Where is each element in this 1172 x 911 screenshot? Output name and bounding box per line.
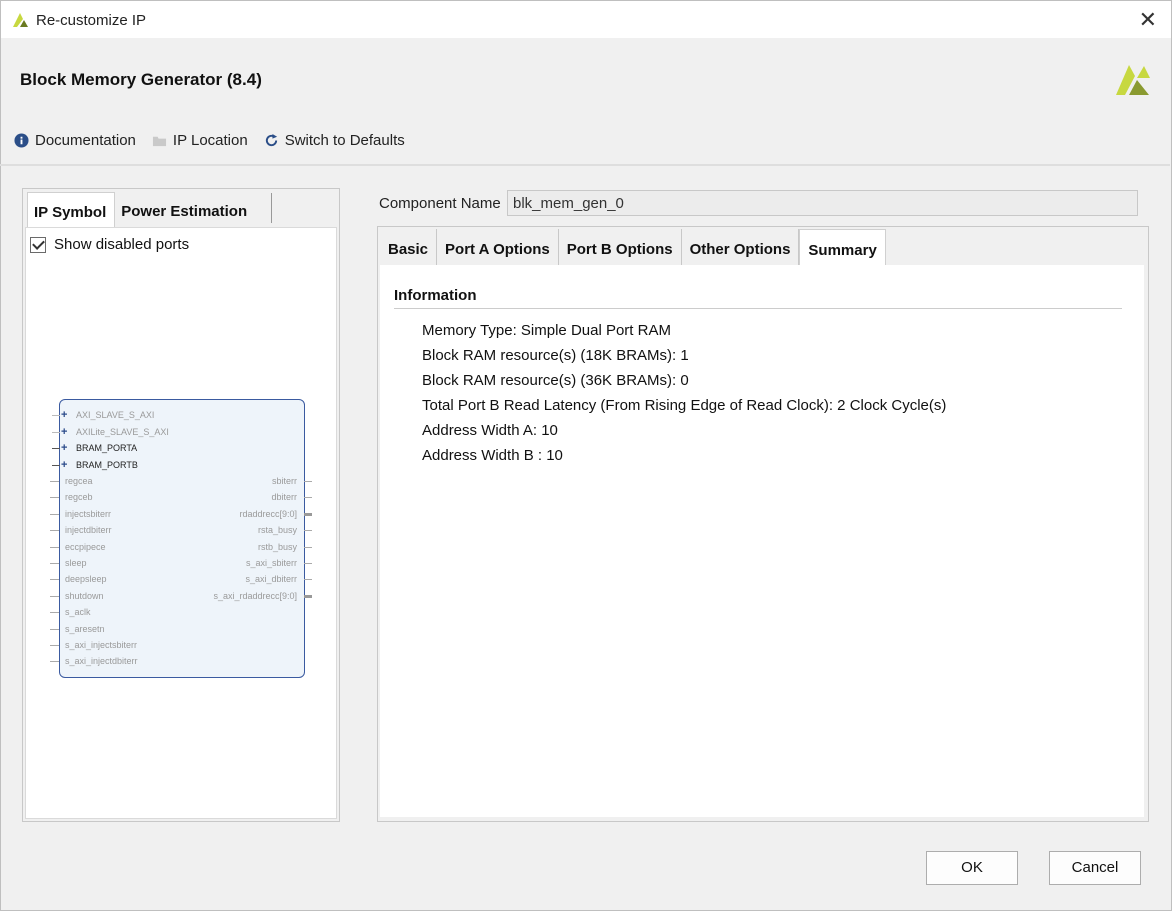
info-line: Address Width A: 10 bbox=[422, 422, 558, 439]
bus-port-label: AXI_SLAVE_S_AXI bbox=[76, 410, 155, 420]
port-line bbox=[50, 661, 59, 663]
input-port-label: shutdown bbox=[65, 590, 104, 601]
port-line bbox=[50, 497, 59, 499]
bus-port-line bbox=[52, 431, 60, 433]
info-line: Block RAM resource(s) (36K BRAMs): 0 bbox=[422, 372, 689, 389]
input-port-label: regcea bbox=[65, 476, 93, 486]
close-icon[interactable]: ✕ bbox=[1139, 7, 1157, 33]
output-port-label: rdaddrecc[9:0] bbox=[239, 508, 297, 519]
expand-icon: + bbox=[61, 425, 68, 438]
port-line bbox=[50, 481, 59, 482]
port-line bbox=[304, 594, 312, 598]
cancel-button[interactable]: Cancel bbox=[1049, 851, 1141, 885]
input-port-label: injectsbiterr bbox=[65, 508, 112, 519]
port-line bbox=[304, 530, 312, 532]
toolbar: Documentation IP Location Switch to Defa… bbox=[14, 132, 405, 149]
input-port-label: s_axi_injectsbiterr bbox=[65, 640, 138, 650]
information-divider bbox=[394, 308, 1122, 309]
port-line bbox=[50, 546, 59, 548]
tab-summary[interactable]: Summary bbox=[799, 229, 886, 266]
input-port-label: eccpipece bbox=[65, 541, 106, 552]
input-port-label: sleep bbox=[65, 558, 87, 568]
port-line bbox=[50, 645, 59, 646]
input-port-label: injectdbiterr bbox=[65, 525, 112, 536]
info-line: Total Port B Read Latency (From Rising E… bbox=[422, 397, 947, 414]
information-heading: Information bbox=[394, 287, 477, 304]
expand-icon: + bbox=[61, 442, 68, 454]
port-line bbox=[50, 513, 59, 515]
show-disabled-ports-label: Show disabled ports bbox=[54, 236, 190, 253]
port-line bbox=[304, 579, 312, 581]
bus-port-line bbox=[52, 464, 60, 466]
folder-icon bbox=[152, 136, 166, 147]
info-line: Memory Type: Simple Dual Port RAM bbox=[422, 322, 671, 339]
xilinx-app-icon bbox=[13, 13, 28, 27]
component-name-row: Component Name blk_mem_gen_0 bbox=[379, 190, 1138, 216]
output-port-label: s_axi_rdaddrecc[9:0] bbox=[213, 590, 297, 601]
tab-port-a-options[interactable]: Port A Options bbox=[437, 229, 559, 265]
bus-port-label: AXILite_SLAVE_S_AXI bbox=[76, 426, 169, 437]
info-line: Block RAM resource(s) (18K BRAMs): 1 bbox=[422, 347, 689, 364]
expand-icon: + bbox=[61, 409, 68, 421]
output-port-label: rsta_busy bbox=[257, 525, 297, 536]
bus-port-line bbox=[52, 415, 60, 416]
header-divider bbox=[0, 164, 1170, 166]
output-port-label: s_axi_dbiterr bbox=[245, 574, 297, 585]
port-line bbox=[50, 595, 59, 597]
bus-port-label: BRAM_PORTB bbox=[76, 459, 138, 470]
ip-location-button[interactable]: IP Location bbox=[152, 132, 248, 149]
summary-pane: Information Memory Type: Simple Dual Por… bbox=[380, 265, 1144, 817]
info-icon bbox=[14, 133, 29, 148]
input-port-label: deepsleep bbox=[65, 574, 107, 585]
documentation-button[interactable]: Documentation bbox=[14, 132, 136, 149]
port-line bbox=[50, 612, 59, 614]
show-disabled-ports-checkbox[interactable] bbox=[30, 236, 46, 253]
port-line bbox=[304, 563, 312, 564]
left-tabs: IP Symbol Power Estimation bbox=[27, 192, 255, 229]
port-line bbox=[50, 563, 59, 564]
switch-to-defaults-label: Switch to Defaults bbox=[284, 132, 405, 149]
right-panel: Basic Port A Options Port B Options Othe… bbox=[377, 226, 1149, 822]
input-port-label: regceb bbox=[65, 492, 93, 503]
output-port-label: s_axi_sbiterr bbox=[245, 558, 297, 568]
tab-port-b-options[interactable]: Port B Options bbox=[559, 229, 682, 265]
window-title: Re-customize IP bbox=[36, 12, 147, 29]
tab-power-estimation[interactable]: Power Estimation bbox=[115, 192, 255, 228]
expand-icon: + bbox=[61, 458, 68, 471]
tab-ip-symbol[interactable]: IP Symbol bbox=[27, 192, 116, 229]
component-name-label: Component Name bbox=[379, 194, 501, 212]
info-line: Address Width B : 10 bbox=[422, 447, 563, 464]
component-name-field[interactable]: blk_mem_gen_0 bbox=[507, 190, 1138, 216]
information-list: Memory Type: Simple Dual Port RAM Block … bbox=[422, 318, 946, 468]
port-line bbox=[50, 530, 59, 532]
input-port-label: s_aresetn bbox=[65, 623, 105, 634]
ok-button[interactable]: OK bbox=[926, 851, 1018, 885]
bus-port-line bbox=[52, 448, 60, 449]
tab-divider bbox=[271, 193, 272, 223]
title-bar: Re-customize IP ✕ bbox=[0, 0, 1172, 39]
port-line bbox=[304, 512, 312, 516]
output-port-label: rstb_busy bbox=[257, 541, 297, 552]
tab-other-options[interactable]: Other Options bbox=[682, 229, 800, 265]
output-port-label: sbiterr bbox=[271, 476, 297, 486]
input-port-label: s_axi_injectdbiterr bbox=[65, 656, 138, 667]
input-port-label: s_aclk bbox=[65, 607, 91, 618]
output-port-label: dbiterr bbox=[271, 492, 297, 503]
ip-symbol-block bbox=[59, 399, 305, 678]
show-disabled-ports-row[interactable]: Show disabled ports bbox=[30, 236, 189, 253]
refresh-icon bbox=[265, 133, 277, 147]
port-line bbox=[304, 481, 312, 482]
ip-location-label: IP Location bbox=[172, 132, 248, 149]
switch-to-defaults-button[interactable]: Switch to Defaults bbox=[264, 132, 405, 149]
xilinx-logo bbox=[1116, 65, 1150, 95]
tab-basic[interactable]: Basic bbox=[380, 229, 438, 265]
port-line bbox=[50, 579, 59, 581]
port-line bbox=[50, 628, 59, 630]
port-line bbox=[304, 546, 312, 548]
config-tabs: Basic Port A Options Port B Options Othe… bbox=[380, 229, 886, 266]
port-line bbox=[304, 497, 312, 499]
page-title: Block Memory Generator (8.4) bbox=[20, 70, 262, 89]
documentation-label: Documentation bbox=[35, 132, 136, 149]
bus-port-label: BRAM_PORTA bbox=[76, 443, 138, 453]
